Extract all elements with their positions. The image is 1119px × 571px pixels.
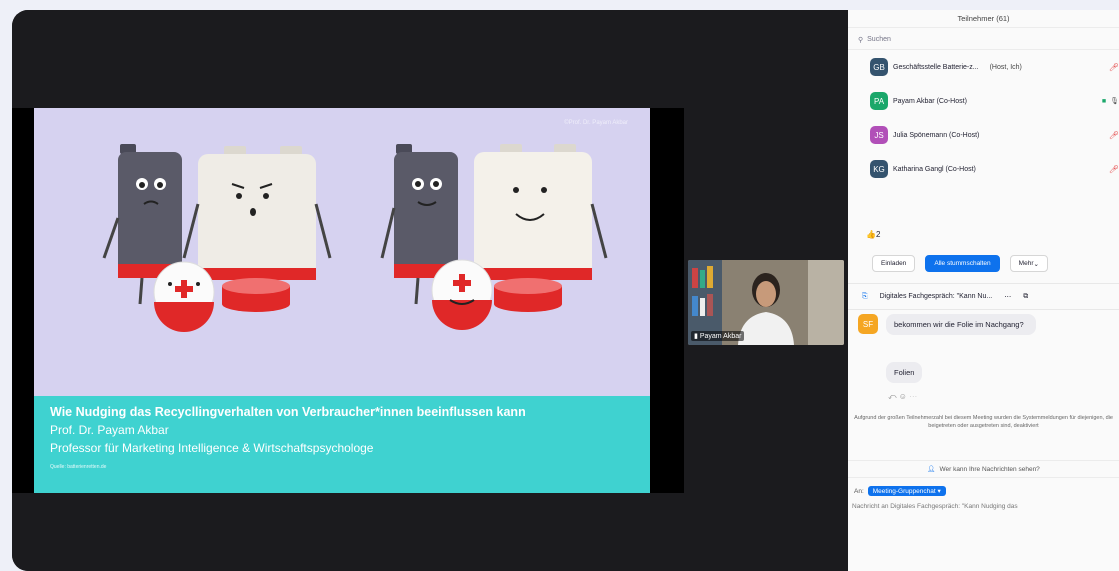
invite-button[interactable]: Einladen: [872, 255, 916, 272]
participant-row[interactable]: GB Geschäftsstelle Batterie-z... (Host, …: [848, 50, 1119, 84]
chat-title: Digitales Fachgespräch: "Kann Nu...: [879, 293, 993, 300]
muted-mic-icon: 🎤︎: [1108, 164, 1119, 174]
who-can-see[interactable]: 👤︎ Wer kann Ihre Nachrichten sehen?: [848, 460, 1119, 478]
side-panel: Teilnehmer (61) ⚲ Suchen GB Geschäftsste…: [848, 10, 1119, 571]
emoji-icon[interactable]: ☺: [899, 392, 907, 401]
slide-author-title: Professor für Marketing Intelligence & W…: [50, 441, 374, 455]
reaction-count: 👍 2: [866, 229, 881, 239]
chat-header: ⎘ Digitales Fachgespräch: "Kann Nu... ⋯ …: [848, 284, 1119, 310]
participant-row[interactable]: PA Payam Akbar (Co-Host) ■ 🎙︎: [848, 84, 1119, 118]
slide-author: Prof. Dr. Payam Akbar: [50, 423, 169, 437]
participant-search[interactable]: ⚲ Suchen: [848, 30, 1119, 50]
participant-role: (Host, Ich): [989, 63, 1022, 71]
speaker-video-thumbnail[interactable]: ▮ Payam Akbar: [688, 260, 844, 345]
participants-title: Teilnehmer (61): [848, 10, 1119, 28]
chevron-down-icon: ▾: [937, 488, 941, 495]
video-stage: ©Prof. Dr. Payam Akbar Wie Nudging das R…: [12, 10, 848, 571]
muted-mic-icon: 🎤︎: [1108, 130, 1119, 140]
avatar: PA: [870, 92, 888, 110]
search-icon: ⚲: [858, 36, 864, 44]
signal-icon: ▮: [694, 333, 698, 340]
participant-list: GB Geschäftsstelle Batterie-z... (Host, …: [848, 50, 1119, 224]
recipient-dropdown[interactable]: Meeting-Gruppenchat ▾: [867, 486, 946, 496]
participant-name: Julia Spönemann (Co-Host): [893, 131, 980, 139]
more-options-icon[interactable]: ⋯: [1004, 293, 1011, 301]
slide-caption-band: Wie Nudging das Recycllingverhalten von …: [34, 396, 650, 493]
video-on-icon: ■: [1101, 97, 1107, 105]
participant-name: Payam Akbar (Co-Host): [893, 97, 967, 105]
avatar: JS: [870, 126, 888, 144]
chat-recipient-row: An: Meeting-Gruppenchat ▾: [848, 482, 1119, 500]
chat-messages: SF bekommen wir die Folie im Nachgang? F…: [848, 310, 1119, 460]
chat-message: Folien: [886, 362, 923, 383]
thumbs-up-icon: 👍: [866, 229, 876, 239]
avatar: SF: [858, 314, 878, 334]
avatar: KG: [870, 160, 888, 178]
message-actions: ⤺ ☺ ⋯: [888, 392, 917, 402]
sad-battery-group: [102, 144, 332, 332]
popout-icon[interactable]: ⧉: [1023, 293, 1028, 301]
speaker-name-label: ▮ Payam Akbar: [691, 331, 745, 341]
participant-row[interactable]: JS Julia Spönemann (Co-Host) 🎤︎: [848, 118, 1119, 152]
happy-battery-group: [380, 144, 608, 330]
chevron-down-icon: ⌄: [1033, 260, 1039, 268]
slide-title: Wie Nudging das Recycllingverhalten von …: [50, 405, 526, 419]
to-label: An:: [854, 487, 864, 495]
participant-name: Geschäftsstelle Batterie-z...: [893, 63, 979, 71]
slide-source: Quelle: batterienretten.de: [50, 464, 107, 470]
battery-illustration: [102, 144, 608, 332]
system-notice: Aufgrund der großen Teilnehmerzahl bei d…: [854, 415, 1113, 429]
participant-row[interactable]: KG Katharina Gangl (Co-Host) 🎤︎: [848, 152, 1119, 186]
chat-icon: ⎘: [862, 292, 868, 300]
more-icon[interactable]: ⋯: [909, 392, 917, 401]
participant-actions: Einladen Alle stummschalten Mehr ⌄: [848, 244, 1119, 284]
screen-share[interactable]: ©Prof. Dr. Payam Akbar Wie Nudging das R…: [12, 108, 684, 493]
zoom-window: ©Prof. Dr. Payam Akbar Wie Nudging das R…: [12, 10, 1119, 571]
participant-name: Katharina Gangl (Co-Host): [893, 165, 976, 173]
avatar: GB: [870, 58, 888, 76]
reply-icon[interactable]: ⤺: [888, 392, 897, 401]
mic-icon: 🎙︎: [1110, 98, 1119, 105]
chat-message: bekommen wir die Folie im Nachgang?: [886, 314, 1036, 335]
presentation-slide: ©Prof. Dr. Payam Akbar Wie Nudging das R…: [34, 108, 650, 493]
muted-mic-icon: 🎤︎: [1108, 62, 1119, 72]
chat-message-input[interactable]: Nachricht an Digitales Fachgespräch: "Ka…: [848, 503, 1119, 510]
mute-all-button[interactable]: Alle stummschalten: [925, 255, 1000, 272]
search-input[interactable]: Suchen: [867, 36, 891, 43]
slide-copyright: ©Prof. Dr. Payam Akbar: [564, 120, 628, 126]
more-button[interactable]: Mehr ⌄: [1009, 255, 1048, 272]
person-icon: 👤︎: [927, 466, 936, 473]
